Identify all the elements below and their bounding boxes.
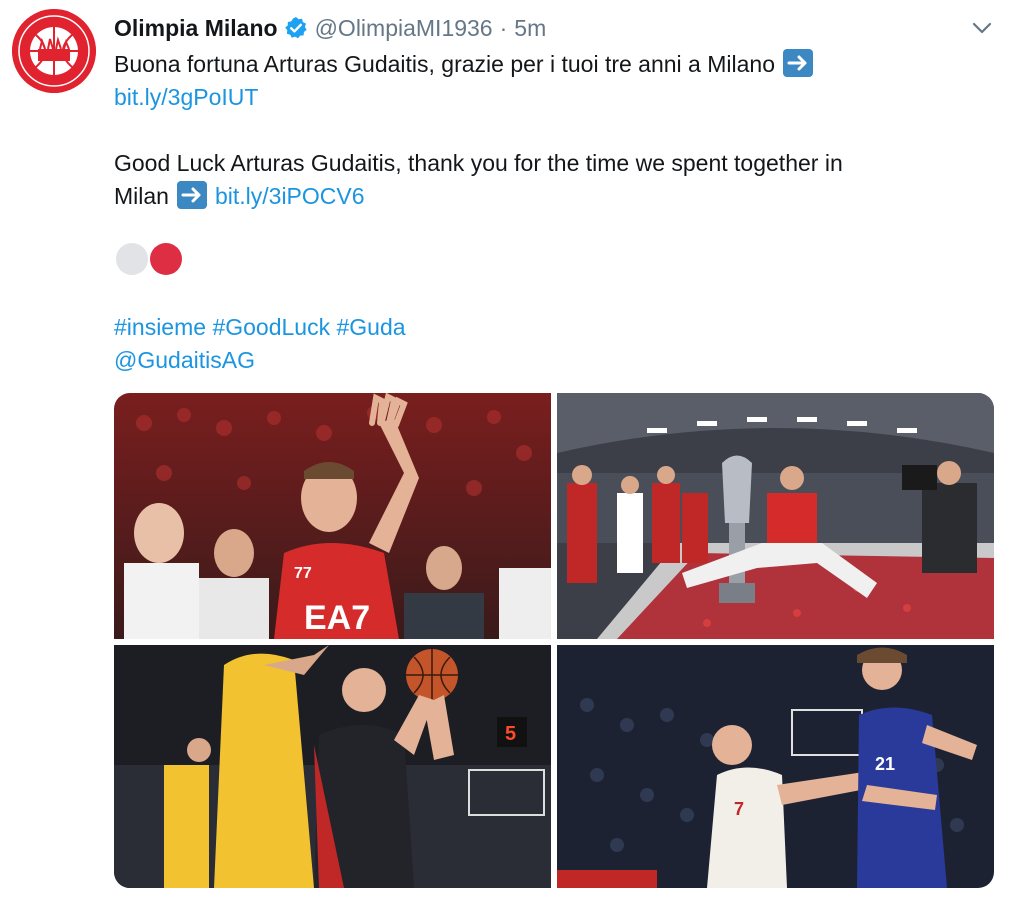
- right-arrow-emoji-icon: [176, 181, 207, 209]
- tweet-line-italian: Buona fortuna Arturas Gudaitis, grazie p…: [114, 48, 813, 80]
- tweet-text-english-line2: Milan: [114, 183, 169, 209]
- hashtag-goodluck[interactable]: #GoodLuck: [212, 314, 330, 340]
- mention-gudaitis[interactable]: @GudaitisAG: [114, 344, 255, 376]
- olimpia-logo-icon: [12, 9, 96, 93]
- tweet-header: Olimpia Milano @OlimpiaMI1936 · 5m: [114, 12, 546, 44]
- tweet-timestamp[interactable]: 5m: [514, 15, 546, 42]
- jersey-text: EA7: [304, 599, 370, 637]
- jersey-number: 77: [294, 565, 312, 582]
- tweet-text-italian: Buona fortuna Arturas Gudaitis, grazie p…: [114, 51, 775, 77]
- hashtag-guda[interactable]: #Guda: [336, 314, 405, 340]
- link-english[interactable]: bit.ly/3iPOCV6: [215, 183, 365, 209]
- hashtag-insieme[interactable]: #insieme: [114, 314, 206, 340]
- photo-top-left[interactable]: 77 EA7: [114, 393, 551, 639]
- account-handle[interactable]: @OlimpiaMI1936: [315, 15, 493, 42]
- photo-top-right[interactable]: [557, 393, 994, 639]
- tweet-line-english-2: Milan bit.ly/3iPOCV6: [114, 180, 365, 212]
- chevron-down-icon[interactable]: [968, 14, 996, 42]
- jersey-number-right: 21: [875, 754, 895, 774]
- jersey-number-left: 7: [734, 799, 744, 819]
- verified-badge-icon: [284, 16, 308, 40]
- avatar[interactable]: [12, 9, 96, 93]
- photo-grid: 77 EA7 5 7 21: [114, 393, 994, 888]
- separator-dot: ·: [499, 14, 508, 41]
- hashtags: #insieme #GoodLuck #Guda: [114, 311, 406, 343]
- white-circle-emoji-icon: [116, 243, 148, 275]
- shot-clock: 5: [505, 723, 516, 745]
- photo-bottom-left[interactable]: 5: [114, 645, 551, 888]
- link-italian[interactable]: bit.ly/3gPoIUT: [114, 81, 258, 113]
- account-name[interactable]: Olimpia Milano: [114, 15, 278, 42]
- tweet-text-english-line1: Good Luck Arturas Gudaitis, thank you fo…: [114, 150, 843, 176]
- right-arrow-emoji-icon: [782, 49, 813, 77]
- photo-bottom-right[interactable]: 7 21: [557, 645, 994, 888]
- red-circle-emoji-icon: [150, 243, 182, 275]
